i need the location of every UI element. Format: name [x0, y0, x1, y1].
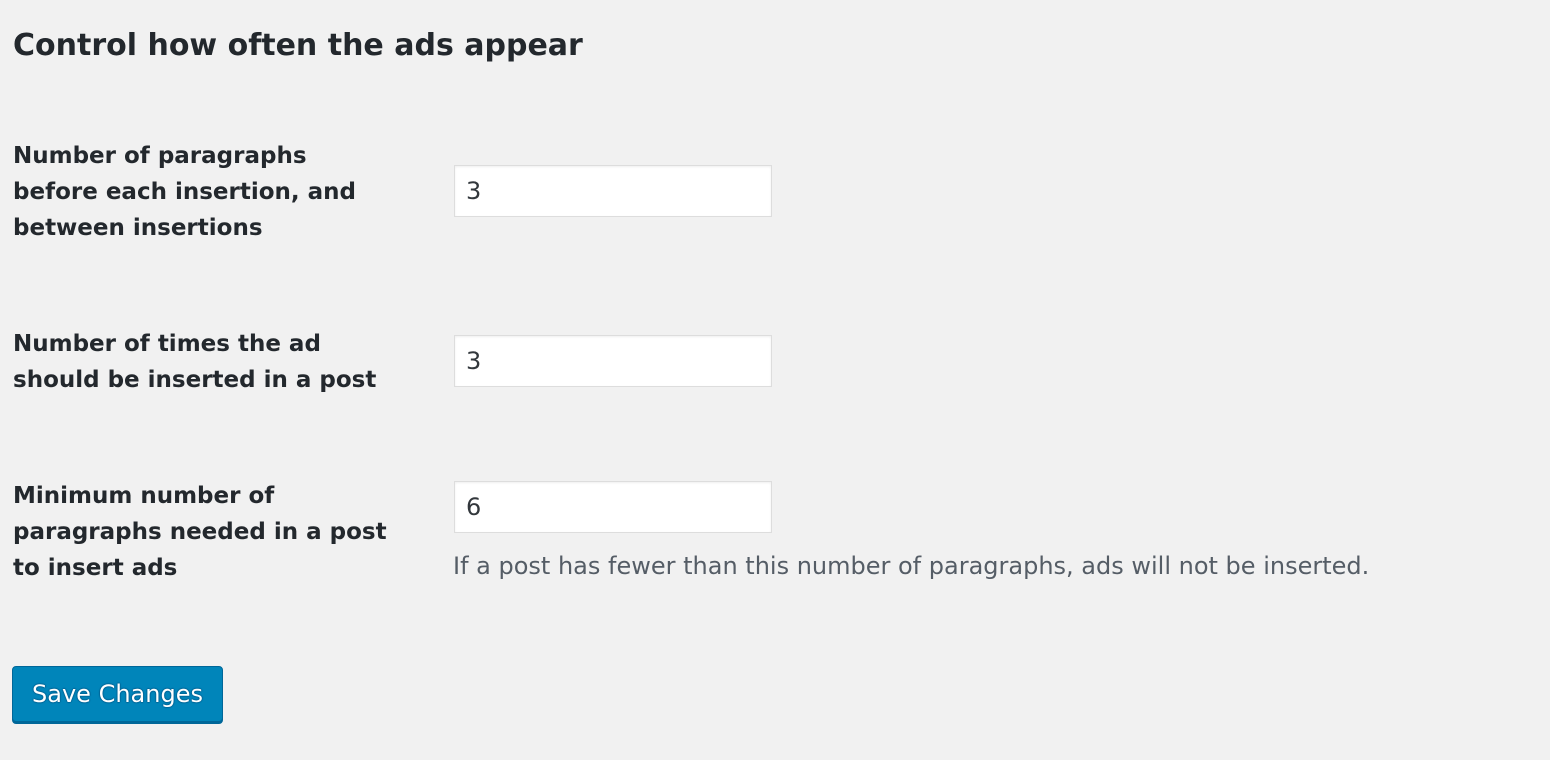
settings-page: Control how often the ads appear Number … [0, 0, 1550, 760]
label-line: between insertions [13, 215, 263, 241]
minimum-paragraphs-input[interactable] [454, 481, 772, 533]
label-line: Number of paragraphs [13, 143, 307, 169]
section-heading: Control how often the ads appear [13, 28, 583, 63]
insertions-per-post-label: Number of times the ad should be inserte… [13, 326, 433, 398]
label-line: should be inserted in a post [13, 367, 377, 393]
label-line: before each insertion, and [13, 179, 357, 205]
save-changes-button[interactable]: Save Changes [12, 666, 223, 722]
minimum-paragraphs-label: Minimum number of paragraphs needed in a… [13, 478, 433, 586]
paragraphs-between-input[interactable] [454, 165, 772, 217]
insertions-per-post-input[interactable] [454, 335, 772, 387]
label-line: Number of times the ad [13, 331, 321, 357]
label-line: Minimum number of [13, 483, 275, 509]
minimum-paragraphs-description: If a post has fewer than this number of … [453, 552, 1370, 580]
label-line: paragraphs needed in a post [13, 519, 387, 545]
paragraphs-between-label: Number of paragraphs before each inserti… [13, 138, 433, 246]
label-line: to insert ads [13, 555, 178, 581]
